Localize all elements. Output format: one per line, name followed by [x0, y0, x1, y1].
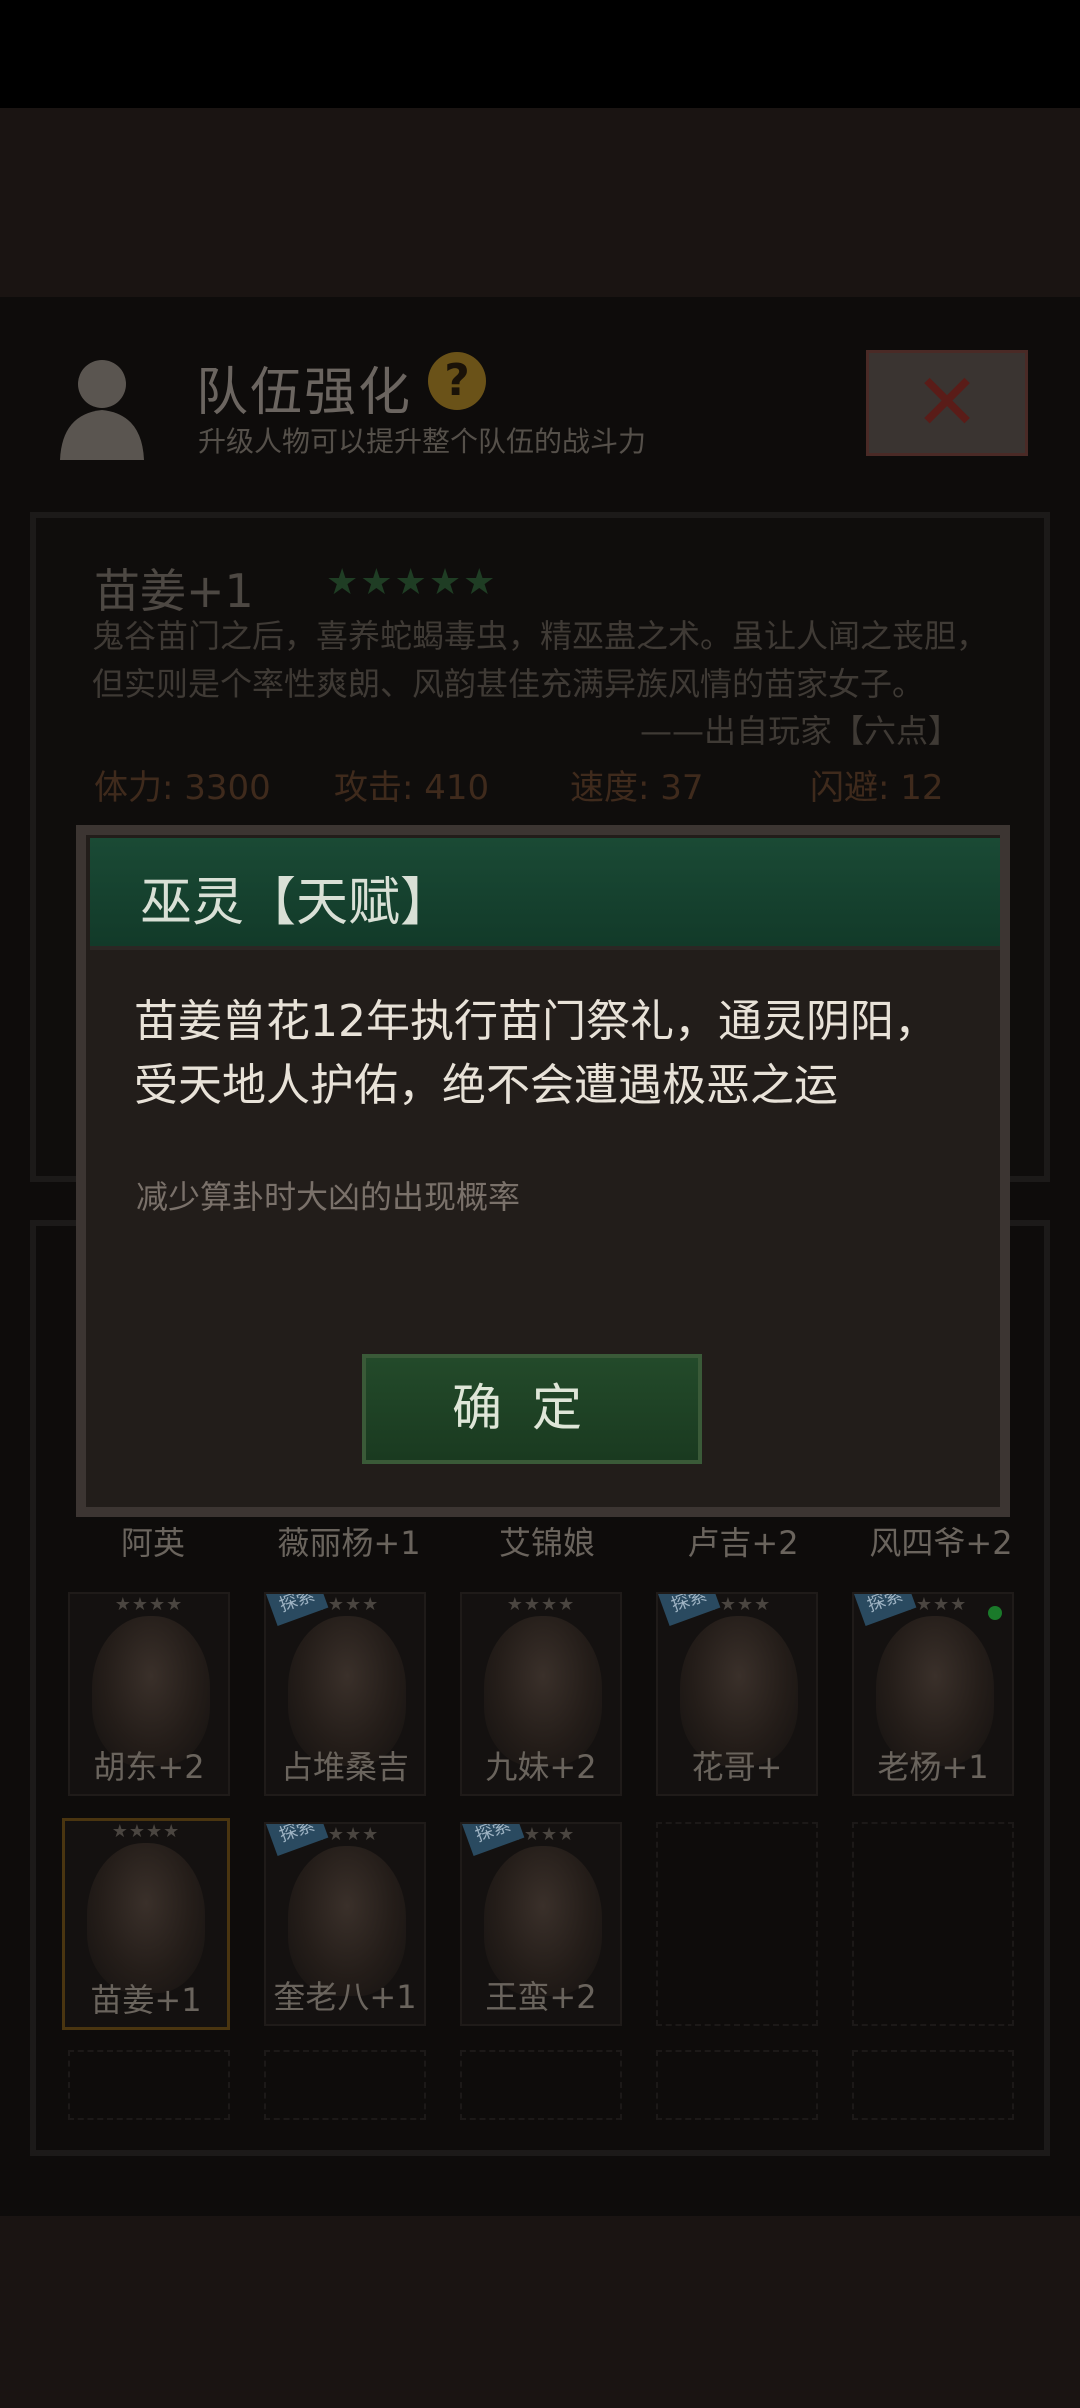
- dialog-note: 减少算卦时大凶的出现概率: [136, 1178, 521, 1216]
- card-label: 九妹+2: [485, 1748, 597, 1786]
- stat-dodge: 闪避: 12: [810, 768, 944, 808]
- card-label: 胡东+2: [93, 1748, 205, 1786]
- explore-tag: 探索: [462, 1824, 525, 1856]
- dialog-title: 巫灵【天赋】: [140, 873, 453, 933]
- page-subtitle: 升级人物可以提升整个队伍的战斗力: [198, 425, 647, 458]
- stat-attack: 攻击: 410: [334, 768, 490, 808]
- character-card[interactable]: ★★★★ 探索 王蛮+2: [460, 1822, 622, 2026]
- character-stars: ★★★★★: [326, 562, 498, 603]
- character-card[interactable]: ★★★★ 九妹+2: [460, 1592, 622, 1796]
- status-bar: [0, 0, 1080, 108]
- online-indicator: [988, 1606, 1002, 1620]
- close-icon: ✕: [914, 358, 980, 448]
- roster-name[interactable]: 薇丽杨+1: [254, 1518, 444, 1564]
- dialog-body: 苗姜曾花12年执行苗门祭礼，通灵阴阳，受天地人护佑，绝不会遭遇极恶之运: [134, 996, 938, 1111]
- card-label: 花哥+: [691, 1748, 783, 1786]
- roster-name[interactable]: 艾锦娘: [452, 1518, 642, 1564]
- character-card[interactable]: ★★★★ 探索 奎老八+1: [264, 1822, 426, 2026]
- card-label: 苗姜+1: [90, 1981, 202, 2019]
- character-card-selected[interactable]: ★★★★ 苗姜+1: [62, 1818, 230, 2030]
- page-title: 队伍强化: [196, 363, 413, 423]
- portrait: [87, 1843, 205, 1993]
- stat-hp: 体力: 3300: [94, 768, 271, 808]
- empty-slot[interactable]: [68, 2050, 230, 2120]
- empty-slot[interactable]: [852, 1822, 1014, 2026]
- card-stars: ★★★★: [506, 1594, 576, 1615]
- explore-tag: 探索: [266, 1594, 329, 1626]
- explore-tag: 探索: [854, 1594, 917, 1626]
- roster-name[interactable]: 卢吉+2: [648, 1518, 838, 1564]
- character-card[interactable]: ★★★★ 探索 占堆桑吉: [264, 1592, 426, 1796]
- roster-name[interactable]: 阿英: [58, 1518, 248, 1564]
- character-card[interactable]: ★★★★ 探索 花哥+: [656, 1592, 818, 1796]
- empty-slot[interactable]: [656, 1822, 818, 2026]
- card-label: 占堆桑吉: [280, 1748, 409, 1786]
- empty-slot[interactable]: [460, 2050, 622, 2120]
- explore-tag: 探索: [658, 1594, 721, 1626]
- roster-name[interactable]: 风四爷+2: [846, 1518, 1036, 1564]
- profile-icon: [60, 360, 144, 460]
- help-icon[interactable]: ?: [428, 352, 486, 410]
- confirm-button[interactable]: 确定: [362, 1354, 702, 1464]
- explore-tag: 探索: [266, 1824, 329, 1856]
- character-card[interactable]: ★★★★ 探索 老杨+1: [852, 1592, 1014, 1796]
- character-description: 鬼谷苗门之后，喜养蛇蝎毒虫，精巫蛊之术。虽让人闻之丧胆，但实则是个率性爽朗、风韵…: [92, 617, 989, 703]
- character-card[interactable]: ★★★★ 胡东+2: [68, 1592, 230, 1796]
- card-label: 奎老八+1: [273, 1978, 417, 2016]
- card-label: 王蛮+2: [485, 1978, 597, 2016]
- card-stars: ★★★★: [111, 1821, 181, 1842]
- card-stars: ★★★★: [114, 1594, 184, 1615]
- stat-speed: 速度: 37: [570, 768, 704, 808]
- character-source: ——出自玩家【六点】: [640, 712, 961, 750]
- card-label: 老杨+1: [877, 1748, 989, 1786]
- navigation-area: [0, 2216, 1080, 2408]
- empty-slot[interactable]: [264, 2050, 426, 2120]
- empty-slot[interactable]: [656, 2050, 818, 2120]
- empty-slot[interactable]: [852, 2050, 1014, 2120]
- close-button[interactable]: ✕: [866, 350, 1028, 456]
